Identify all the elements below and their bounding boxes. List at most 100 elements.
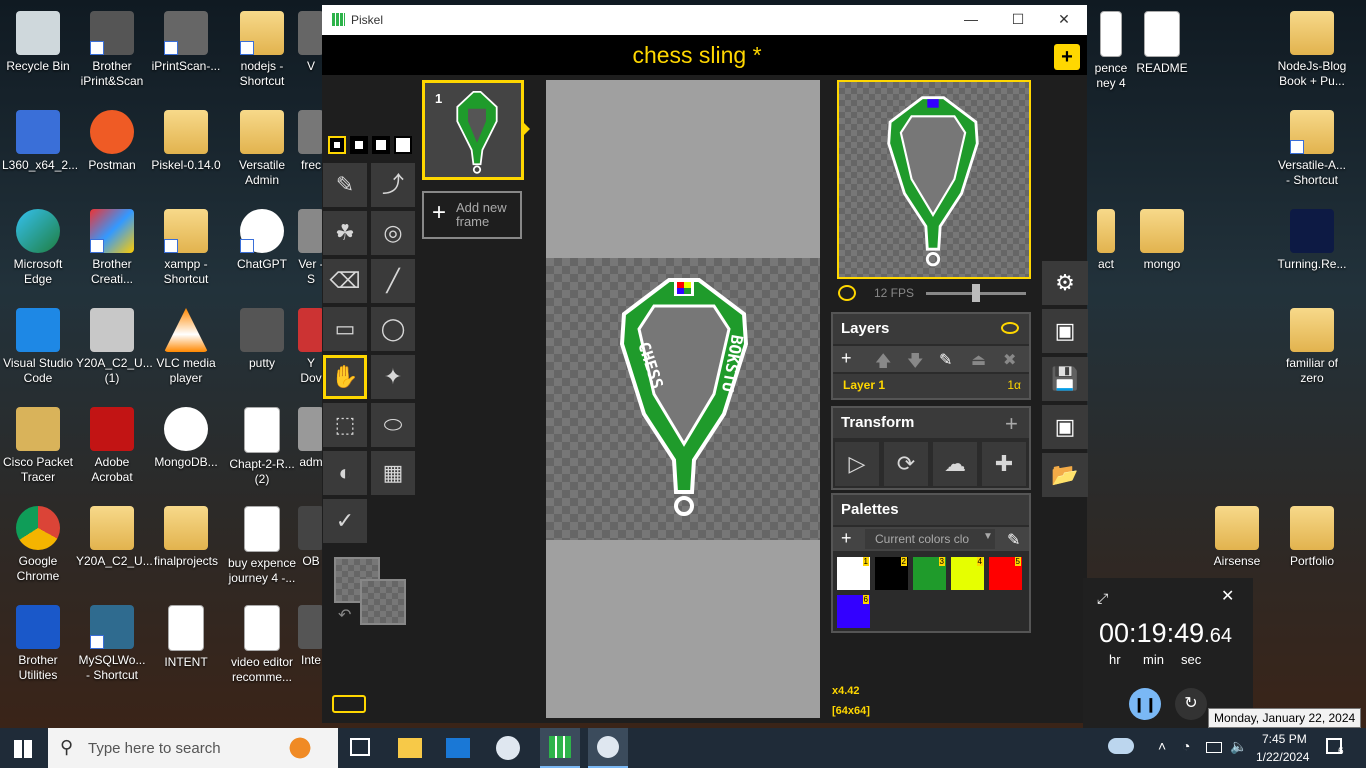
align-center-icon[interactable]: ✚	[982, 442, 1026, 486]
desktop-icon-chrome[interactable]: Google Chrome	[0, 500, 76, 584]
add-layer-icon[interactable]: +	[841, 348, 852, 369]
minimize-button[interactable]: —	[948, 5, 994, 35]
close-icon[interactable]: ✕	[1221, 586, 1234, 606]
desktop-icon-finalprojects[interactable]: finalprojects	[148, 500, 224, 569]
desktop-icon-postman[interactable]: Postman	[74, 104, 150, 173]
desktop-icon-video-editor[interactable]: video editor recomme...	[224, 599, 300, 685]
search-highlight-icon[interactable]	[270, 732, 330, 764]
pause-button[interactable]: ❙❙	[1129, 688, 1161, 720]
desktop-icon-acrobat[interactable]: Adobe Acrobat	[74, 401, 150, 485]
pen-size-1[interactable]	[328, 136, 346, 154]
expand-icon[interactable]: ⤢	[1097, 590, 1108, 607]
desktop-icon-nodejs[interactable]: nodejs - Shortcut	[224, 5, 300, 89]
close-button[interactable]: ✕	[1041, 5, 1087, 35]
media-player-icon[interactable]	[446, 738, 470, 758]
file-explorer-icon[interactable]	[398, 738, 422, 758]
desktop-icon-brother-creative[interactable]: Brother Creati...	[74, 203, 150, 287]
project-name[interactable]: chess sling *	[322, 42, 1072, 69]
move-layer-up-icon[interactable]: 🡅	[875, 350, 891, 377]
maximize-button[interactable]: ☐	[995, 5, 1041, 35]
paint-bucket-icon[interactable]: ☘	[323, 211, 367, 255]
rectangle-tool-icon[interactable]: ▭	[323, 307, 367, 351]
move-hand-icon[interactable]: ✋	[323, 355, 367, 399]
palette-color-swatch[interactable]: 6	[837, 595, 870, 628]
move-layer-down-icon[interactable]: 🡇	[907, 350, 923, 377]
palette-color-swatch[interactable]: 2	[875, 557, 908, 590]
desktop-icon-brother-utilities[interactable]: Brother Utilities	[0, 599, 76, 683]
desktop-icon-turning[interactable]: Turning.Re...	[1274, 203, 1350, 272]
magic-wand-icon[interactable]: ✦	[371, 355, 415, 399]
color-picker-icon[interactable]: ✓	[323, 499, 367, 543]
layer-row[interactable]: Layer 1 1α	[833, 374, 1029, 398]
desktop-icon-airsense[interactable]: Airsense	[1199, 500, 1275, 569]
palette-select[interactable]: Current colors clo	[865, 529, 995, 549]
secondary-color-swatch[interactable]	[360, 579, 406, 625]
desktop-icon-l360[interactable]: L360_x64_2...	[0, 104, 78, 173]
desktop-icon-piskel-folder[interactable]: Piskel-0.14.0	[148, 104, 224, 173]
battery-icon[interactable]	[1206, 742, 1222, 753]
desktop-icon-recycle-bin[interactable]: Recycle Bin	[0, 5, 76, 74]
desktop-icon-familiar-of-zero[interactable]: familiar of zero	[1274, 302, 1350, 386]
add-palette-icon[interactable]: +	[841, 528, 852, 549]
desktop-icon-portfolio[interactable]: Portfolio	[1274, 500, 1350, 569]
desktop-icon-mysql[interactable]: MySQLWo... - Shortcut	[74, 599, 150, 683]
tray-chevron-up-icon[interactable]: ˄	[1158, 738, 1166, 754]
pen-tool-icon[interactable]: ✎	[323, 163, 367, 207]
animation-preview[interactable]	[837, 80, 1031, 279]
frame-thumbnail[interactable]: 1	[422, 80, 524, 180]
stroke-tool-icon[interactable]: ╱	[371, 259, 415, 303]
circle-tool-icon[interactable]: ◯	[371, 307, 415, 351]
weather-icon[interactable]	[1108, 738, 1134, 754]
fps-slider-handle[interactable]	[972, 284, 980, 302]
flip-icon[interactable]: ▷	[835, 442, 879, 486]
desktop-icon-chatgpt[interactable]: ChatGPT	[224, 203, 300, 272]
rotate-icon[interactable]: ⟳	[884, 442, 928, 486]
dithering-tool-icon[interactable]: ▦	[371, 451, 415, 495]
add-new-frame-button[interactable]: + Add new frame	[422, 191, 522, 239]
resize-icon[interactable]: ▣	[1042, 309, 1088, 353]
palette-color-swatch[interactable]: 1	[837, 557, 870, 590]
start-windows-icon[interactable]	[14, 740, 32, 758]
desktop-icon-vlc[interactable]: VLC media player	[148, 302, 224, 386]
gimp-app-icon[interactable]	[496, 736, 520, 760]
desktop-icon-chapt2[interactable]: Chapt-2-R... (2)	[224, 401, 300, 487]
open-folder-icon[interactable]: 📂	[1042, 453, 1088, 497]
swap-colors-icon[interactable]: ↶	[338, 605, 351, 625]
clone-sheep-icon[interactable]: ☁	[933, 442, 977, 486]
lasso-select-icon[interactable]: ⬭	[371, 403, 415, 447]
desktop-icon-y20a-2[interactable]: Y20A_C2_U...	[74, 500, 153, 569]
vertical-mirror-pen-icon[interactable]: ⤴	[371, 163, 415, 207]
window-titlebar[interactable]: Piskel — ☐ ✕	[322, 5, 1087, 35]
pen-size-2[interactable]	[350, 136, 368, 154]
desktop-icon-xampp[interactable]: xampp - Shortcut	[148, 203, 224, 287]
palette-color-swatch[interactable]: 4	[951, 557, 984, 590]
layer-alpha[interactable]: 1α	[1007, 378, 1021, 392]
pen-size-3[interactable]	[372, 136, 390, 154]
desktop-icon-edge[interactable]: Microsoft Edge	[0, 203, 76, 287]
desktop-icon-putty[interactable]: putty	[224, 302, 300, 371]
rectangle-select-icon[interactable]: ⬚	[323, 403, 367, 447]
eraser-icon[interactable]: ⌫	[323, 259, 367, 303]
settings-gear-icon[interactable]: ⚙	[1042, 261, 1088, 305]
desktop-icon-vscode[interactable]: Visual Studio Code	[0, 302, 76, 386]
taskbar-date[interactable]: 1/22/2024	[1256, 750, 1309, 764]
search-box[interactable]: ⚲ Type here to search	[48, 728, 338, 768]
desktop-icon-mongodb[interactable]: MongoDB...	[148, 401, 224, 470]
desktop-icon-mongo[interactable]: mongo	[1124, 203, 1200, 272]
taskbar-time[interactable]: 7:45 PM	[1262, 732, 1307, 746]
desktop-icon-readme[interactable]: README	[1124, 5, 1200, 76]
transform-expand-icon[interactable]: +	[1005, 411, 1018, 437]
desktop-icon-iprintscan[interactable]: iPrintScan-...	[148, 5, 224, 74]
export-image-icon[interactable]: ▣	[1042, 405, 1088, 449]
task-view-icon[interactable]	[350, 738, 370, 756]
drawing-canvas[interactable]: CHESS BOKSTU	[546, 258, 820, 540]
clock-app-icon[interactable]	[588, 728, 628, 768]
desktop-icon-y20a-1[interactable]: Y20A_C2_U... (1)	[74, 302, 153, 386]
palette-color-swatch[interactable]: 3	[913, 557, 946, 590]
volume-icon[interactable]: 🔈	[1230, 738, 1247, 755]
desktop-icon-nodejs-blog[interactable]: NodeJs-Blog Book + Pu...	[1274, 5, 1350, 89]
eye-icon[interactable]	[1001, 322, 1019, 334]
delete-layer-icon[interactable]: ✖	[1003, 350, 1016, 370]
desktop-icon-versatile-a[interactable]: Versatile-A... - Shortcut	[1274, 104, 1350, 188]
piskel-taskbar-icon[interactable]	[540, 728, 580, 768]
